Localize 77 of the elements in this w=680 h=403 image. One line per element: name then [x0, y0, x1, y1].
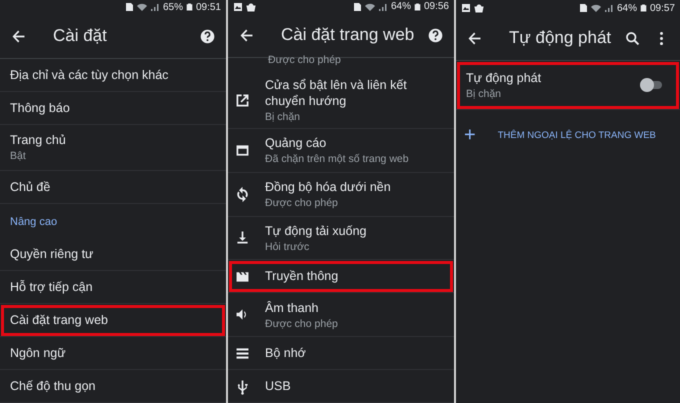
battery-percent: 64% [390, 1, 411, 12]
settings-item[interactable]: Tự động tải xuống Hỏi trước [228, 216, 454, 260]
settings-item[interactable]: Quảng cáo Đã chặn trên một số trang web [228, 129, 454, 173]
settings-item[interactable]: Cửa sổ bật lên và liên kết chuyển hướng Bị chặn [228, 72, 454, 130]
item-title: USB [265, 378, 292, 394]
help-icon[interactable] [199, 28, 216, 45]
screen-title: Cài đặt [53, 26, 108, 46]
status-time: 09:51 [196, 2, 221, 13]
settings-item[interactable]: Ngôn ngữ [0, 336, 226, 370]
settings-item[interactable]: Địa chỉ và các tùy chọn khác [0, 59, 226, 92]
signal-icon [150, 2, 160, 12]
settings-item[interactable]: Quyền riêng tư [0, 238, 226, 271]
item-title: Tự động phát [466, 70, 542, 86]
signal-icon [378, 2, 388, 12]
item-subtitle: Hỏi trước [265, 240, 310, 253]
bag-icon [474, 3, 484, 13]
settings-item[interactable]: Chủ đề [0, 170, 226, 204]
plus-icon: + [464, 124, 476, 147]
screen-title: Tự động phát [509, 28, 612, 48]
item-title: Chủ đề [10, 178, 52, 195]
signal-icon [604, 3, 614, 13]
battery-icon [186, 2, 193, 12]
search-icon[interactable] [624, 30, 641, 46]
battery-icon [414, 2, 421, 12]
screen-title: Cài đặt trang web [281, 25, 415, 46]
item-title: Tự động tải xuống [265, 222, 368, 239]
back-arrow-icon[interactable] [466, 30, 483, 46]
settings-item[interactable]: Đồng bộ hóa dưới nền Được cho phép [228, 172, 454, 217]
status-time: 09:57 [650, 2, 675, 14]
wifi-icon [136, 2, 147, 12]
item-subtitle: Được cho phép [267, 54, 342, 68]
item-subtitle: Đã chặn trên một số trang web [265, 153, 410, 166]
settings-item[interactable]: Hỗ trợ tiếp cận [0, 270, 226, 304]
item-title: Âm thanh [265, 300, 320, 316]
image-icon [233, 2, 243, 12]
bag-icon [246, 2, 256, 12]
back-arrow-icon[interactable] [10, 28, 27, 45]
settings-item[interactable]: Thông báo [0, 92, 226, 126]
settings-item[interactable]: Trang chủ Bật [0, 125, 226, 171]
item-title: Ngôn ngữ [10, 344, 67, 361]
item-title: Quảng cáo [265, 135, 328, 152]
back-arrow-icon[interactable] [238, 26, 255, 44]
battery-icon [640, 3, 647, 13]
item-subtitle: Được cho phép [265, 318, 339, 330]
item-subtitle: Bật [10, 150, 27, 162]
item-title: Địa chỉ và các tùy chọn khác [10, 67, 170, 84]
item-subtitle: Bị chặn [265, 111, 302, 124]
item-subtitle: Bị chặn [466, 88, 502, 100]
item-title: Quyền riêng tư [10, 246, 94, 262]
item-title: Thông báo [10, 100, 71, 116]
wifi-icon [364, 2, 375, 12]
item-title: Bộ nhớ [265, 345, 307, 361]
section-header: Nâng cao [9, 214, 58, 230]
status-time: 09:56 [424, 1, 449, 12]
help-icon[interactable] [427, 26, 444, 44]
battery-percent: 65% [162, 2, 183, 13]
item-title: Chế độ thu gọn [10, 378, 96, 394]
settings-item[interactable]: Âm thanh Được cho phép [228, 293, 454, 337]
toggle-switch[interactable] [640, 78, 664, 92]
item-title: Trang chủ [10, 132, 67, 148]
settings-item[interactable]: Cài đặt trang web [0, 304, 226, 337]
item-title: Hỗ trợ tiếp cận [10, 278, 94, 295]
battery-percent: 64% [616, 2, 637, 14]
settings-item[interactable]: USB [228, 370, 454, 403]
external-link-icon [234, 92, 251, 109]
settings-item[interactable]: Bộ nhớ [228, 336, 454, 370]
item-title: Cài đặt trang web [10, 312, 109, 328]
settings-item[interactable]: Chế độ thu gọn [0, 370, 226, 403]
item-title: Truyền thông [265, 268, 340, 284]
setting-row[interactable]: Tự động phát Bị chặn [456, 61, 680, 110]
add-exception-link[interactable]: THÊM NGOẠI LỆ CHO TRANG WEB [498, 130, 656, 141]
item-subtitle: Được cho phép [265, 197, 339, 210]
wifi-icon [590, 3, 601, 13]
item-title: Đồng bộ hóa dưới nền [265, 179, 392, 196]
settings-item[interactable]: Truyền thông [228, 260, 454, 294]
image-icon [461, 3, 471, 13]
item-title: Cửa sổ bật lên và liên kết chuyển hướng [265, 77, 408, 110]
